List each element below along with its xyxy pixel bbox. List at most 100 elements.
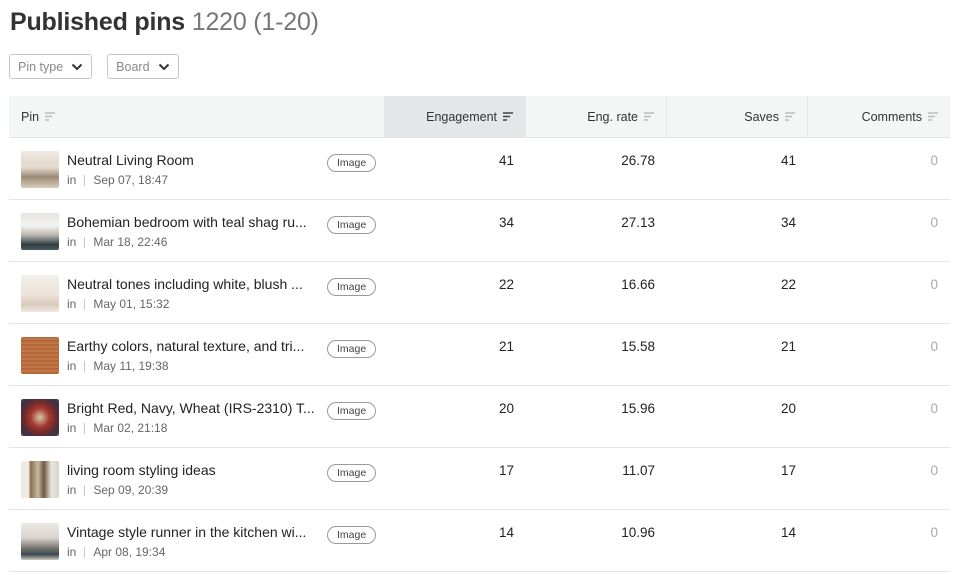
pin-cell: Earthy colors, natural texture, and tri.… bbox=[9, 324, 385, 385]
table-row[interactable]: Bohemian bedroom with teal shag ru... in… bbox=[9, 200, 950, 262]
pin-title[interactable]: Vintage style runner in the kitchen wi..… bbox=[67, 524, 319, 540]
pin-meta: in May 01, 15:32 bbox=[67, 297, 169, 311]
eng-rate-value: 15.96 bbox=[621, 401, 655, 416]
eng-rate-value: 11.07 bbox=[622, 463, 655, 478]
eng-rate-value: 27.13 bbox=[621, 215, 655, 230]
comments-value: 0 bbox=[930, 215, 938, 230]
pin-cell: Neutral tones including white, blush ...… bbox=[9, 262, 385, 323]
board-filter[interactable]: Board bbox=[107, 54, 179, 79]
pin-date: Sep 09, 20:39 bbox=[93, 483, 169, 497]
engagement-value: 21 bbox=[498, 339, 514, 354]
comments-value: 0 bbox=[930, 339, 938, 354]
saves-value: 41 bbox=[780, 153, 796, 168]
table-row[interactable]: living room styling ideas in Sep 09, 20:3… bbox=[9, 448, 950, 510]
pin-cell: Bohemian bedroom with teal shag ru... in… bbox=[9, 200, 385, 261]
pin-date: Mar 02, 21:18 bbox=[93, 421, 168, 435]
comments-value: 0 bbox=[930, 277, 938, 292]
table-row[interactable]: Neutral tones including white, blush ...… bbox=[9, 262, 950, 324]
sort-icon bbox=[928, 112, 938, 121]
filter-bar: Pin type Board bbox=[9, 54, 179, 79]
comments-value: 0 bbox=[930, 153, 938, 168]
pin-type-badge: Image bbox=[327, 526, 377, 544]
sort-icon bbox=[45, 112, 56, 121]
table-row[interactable]: Earthy colors, natural texture, and tri.… bbox=[9, 324, 950, 386]
pin-title[interactable]: Bright Red, Navy, Wheat (IRS-2310) T... bbox=[67, 400, 319, 416]
eng-rate-value: 26.78 bbox=[621, 153, 655, 168]
table-row[interactable]: Bright Red, Navy, Wheat (IRS-2310) T... … bbox=[9, 386, 950, 448]
pin-meta: in Sep 07, 18:47 bbox=[67, 173, 168, 187]
engagement-value: 14 bbox=[498, 525, 514, 540]
column-label: Saves bbox=[744, 109, 779, 124]
chevron-down-icon bbox=[158, 63, 169, 70]
comments-value: 0 bbox=[930, 463, 938, 478]
pin-thumbnail[interactable] bbox=[21, 213, 59, 250]
eng-rate-value: 10.96 bbox=[621, 525, 655, 540]
pin-meta: in May 11, 19:38 bbox=[67, 359, 169, 373]
pin-date: Mar 18, 22:46 bbox=[93, 235, 168, 249]
pin-type-badge: Image bbox=[327, 278, 377, 296]
pin-thumbnail[interactable] bbox=[21, 337, 59, 374]
pin-title[interactable]: Earthy colors, natural texture, and tri.… bbox=[67, 338, 319, 354]
pin-title[interactable]: Bohemian bedroom with teal shag ru... bbox=[67, 214, 319, 230]
pin-meta: in Apr 08, 19:34 bbox=[67, 545, 165, 559]
pin-date: Sep 07, 18:47 bbox=[93, 173, 169, 187]
divider bbox=[84, 546, 86, 558]
saves-value: 22 bbox=[780, 277, 796, 292]
pin-title[interactable]: Neutral tones including white, blush ... bbox=[67, 276, 319, 292]
pin-title[interactable]: Neutral Living Room bbox=[67, 152, 319, 168]
column-header-pin[interactable]: Pin bbox=[9, 96, 385, 137]
pin-cell: living room styling ideas in Sep 09, 20:3… bbox=[9, 448, 385, 509]
eng-rate-value: 15.58 bbox=[621, 339, 655, 354]
page-title: Published pins 1220 (1-20) bbox=[10, 8, 319, 37]
pin-count: 1220 (1-20) bbox=[191, 8, 319, 36]
chevron-down-icon bbox=[71, 63, 83, 70]
table-row[interactable]: Neutral Living Room in Sep 07, 18:47 Imag… bbox=[9, 138, 950, 200]
column-header-engagement[interactable]: Engagement bbox=[385, 96, 526, 137]
column-label: Eng. rate bbox=[587, 109, 638, 124]
page-title-text: Published pins bbox=[10, 8, 185, 36]
divider bbox=[84, 422, 86, 434]
pin-type-badge: Image bbox=[327, 402, 377, 420]
pin-thumbnail[interactable] bbox=[21, 461, 59, 498]
column-header-saves[interactable]: Saves bbox=[667, 96, 808, 137]
divider bbox=[84, 236, 86, 248]
pin-type-filter[interactable]: Pin type bbox=[9, 54, 93, 79]
sort-icon bbox=[644, 112, 654, 121]
pin-date: Apr 08, 19:34 bbox=[93, 545, 166, 559]
sort-active-icon bbox=[503, 112, 513, 121]
column-header-comments[interactable]: Comments bbox=[808, 96, 950, 137]
pin-meta: in Sep 09, 20:39 bbox=[67, 483, 168, 497]
pin-meta: in Mar 02, 21:18 bbox=[67, 421, 167, 435]
sort-icon bbox=[785, 112, 795, 121]
saves-value: 17 bbox=[780, 463, 796, 478]
pin-date: May 11, 19:38 bbox=[93, 359, 169, 373]
divider bbox=[84, 360, 86, 372]
pin-cell: Bright Red, Navy, Wheat (IRS-2310) T... … bbox=[9, 386, 385, 447]
board-filter-label: Board bbox=[116, 59, 150, 74]
divider bbox=[84, 484, 86, 496]
pin-cell: Neutral Living Room in Sep 07, 18:47 Imag… bbox=[9, 138, 385, 199]
eng-rate-value: 16.66 bbox=[621, 277, 655, 292]
pin-type-filter-label: Pin type bbox=[18, 59, 64, 74]
engagement-value: 22 bbox=[498, 277, 514, 292]
pin-title[interactable]: living room styling ideas bbox=[67, 462, 319, 478]
pin-thumbnail[interactable] bbox=[21, 523, 59, 560]
pin-thumbnail[interactable] bbox=[21, 399, 59, 436]
table-row[interactable]: Vintage style runner in the kitchen wi..… bbox=[9, 510, 950, 572]
pin-board-prefix: in bbox=[67, 359, 77, 373]
saves-value: 14 bbox=[780, 525, 796, 540]
pin-board-prefix: in bbox=[67, 235, 77, 249]
table-header: Pin Engagement Eng. rate Saves Comments bbox=[9, 96, 950, 138]
engagement-value: 20 bbox=[498, 401, 514, 416]
pin-thumbnail[interactable] bbox=[21, 275, 59, 312]
column-label: Pin bbox=[21, 109, 40, 124]
pin-meta: in Mar 18, 22:46 bbox=[67, 235, 167, 249]
saves-value: 21 bbox=[780, 339, 796, 354]
divider bbox=[84, 298, 86, 310]
column-header-eng-rate[interactable]: Eng. rate bbox=[526, 96, 667, 137]
pin-thumbnail[interactable] bbox=[21, 151, 59, 188]
pin-board-prefix: in bbox=[67, 297, 77, 311]
pin-type-badge: Image bbox=[327, 464, 377, 482]
engagement-value: 41 bbox=[498, 153, 514, 168]
engagement-value: 34 bbox=[498, 215, 514, 230]
